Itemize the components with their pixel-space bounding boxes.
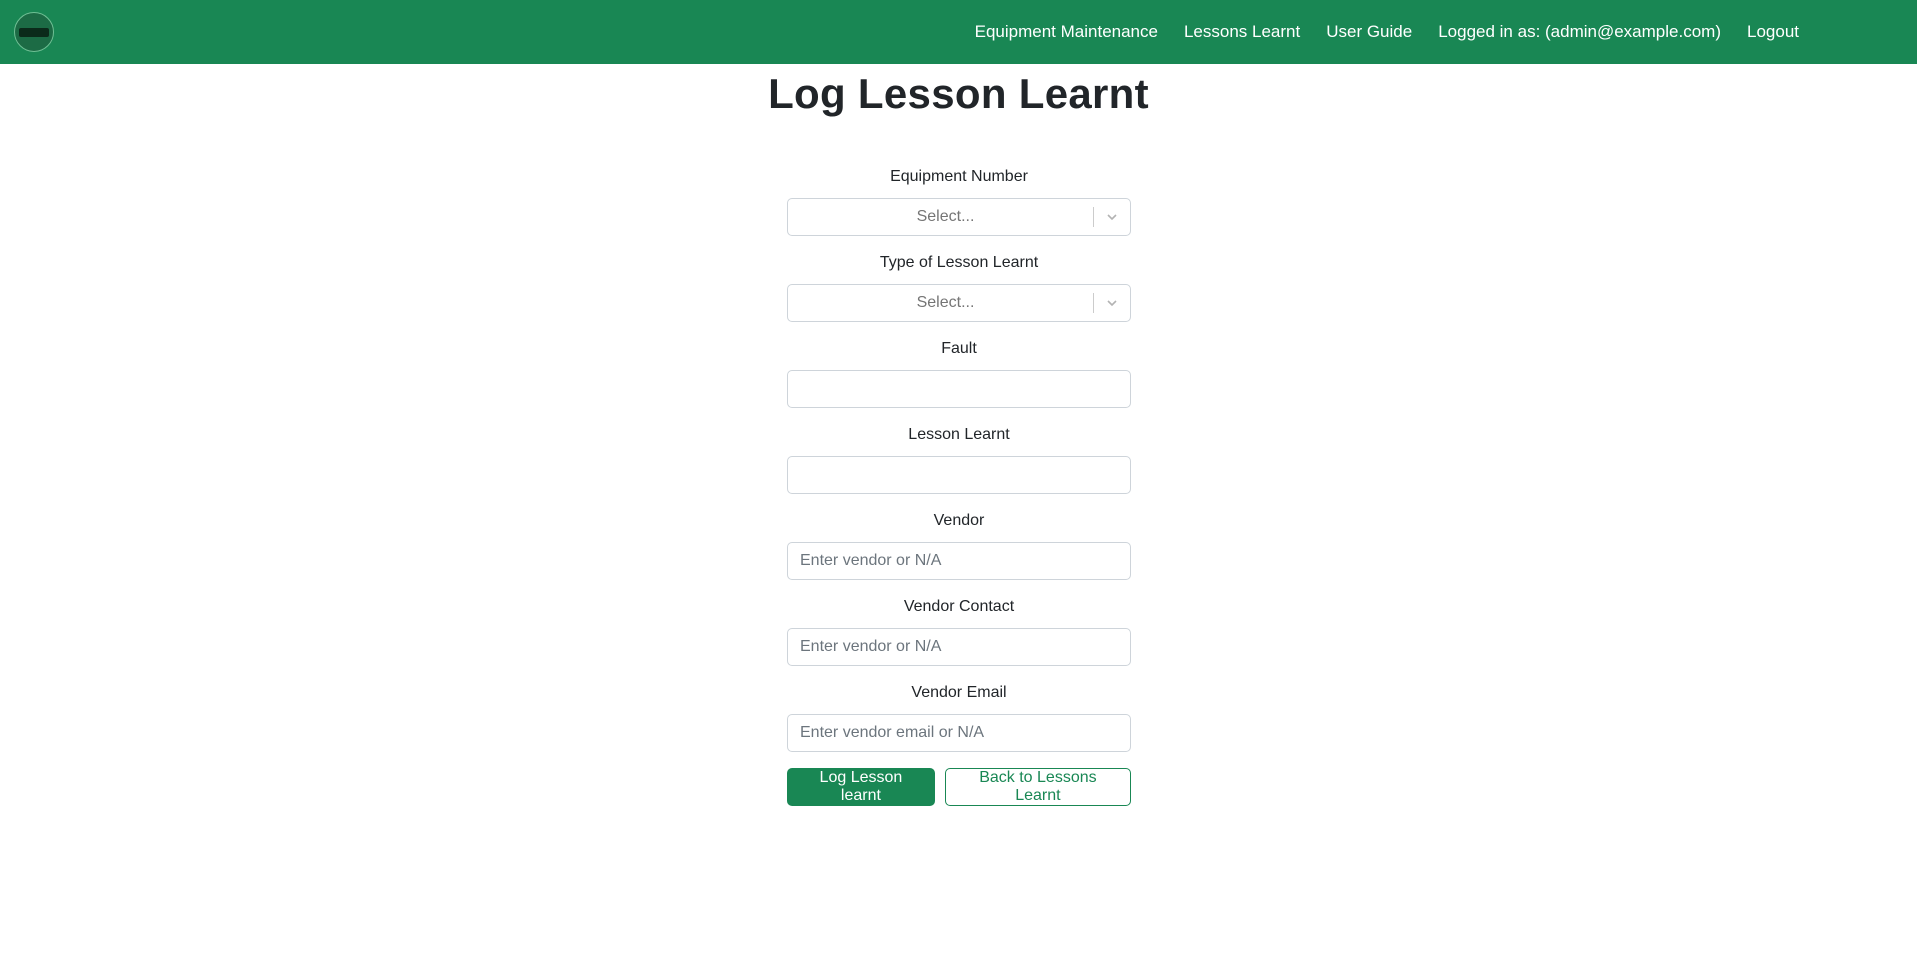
equipment-number-select[interactable]: Select... (787, 198, 1131, 236)
form-actions: Log Lesson learnt Back to Lessons Learnt (787, 768, 1131, 808)
lesson-learnt-label: Lesson Learnt (908, 426, 1010, 443)
vendor-contact-label: Vendor Contact (903, 598, 1015, 615)
nav-logout[interactable]: Logout (1734, 22, 1812, 42)
nav-equipment-maintenance[interactable]: Equipment Maintenance (962, 22, 1171, 42)
vendor-contact-field: Vendor Contact (787, 596, 1131, 682)
equipment-number-value: Select... (916, 208, 975, 225)
equipment-number-label: Equipment Number (890, 168, 1028, 185)
nav-user-guide[interactable]: User Guide (1313, 22, 1425, 42)
log-lesson-button[interactable]: Log Lesson learnt (787, 768, 935, 806)
vendor-email-label: Vendor Email (911, 684, 1007, 701)
vendor-email-input[interactable] (787, 714, 1131, 752)
chevron-down-icon[interactable] (1094, 284, 1130, 322)
vendor-input[interactable] (787, 542, 1131, 580)
lesson-type-field: Type of Lesson Learnt Select... (787, 252, 1131, 338)
page-title: Log Lesson Learnt (768, 70, 1149, 117)
nav-links: Equipment Maintenance Lessons Learnt Use… (962, 0, 1812, 64)
vendor-contact-input[interactable] (787, 628, 1131, 666)
fault-label: Fault (941, 340, 977, 357)
logo-icon[interactable] (14, 12, 54, 52)
vendor-email-field: Vendor Email (787, 682, 1131, 768)
lesson-type-select[interactable]: Select... (787, 284, 1131, 322)
lesson-learnt-input[interactable] (787, 456, 1131, 494)
fault-field: Fault (787, 338, 1131, 424)
logged-in-user: Logged in as: (admin@example.com) (1438, 22, 1721, 41)
lesson-type-label: Type of Lesson Learnt (879, 254, 1039, 271)
fault-input[interactable] (787, 370, 1131, 408)
back-to-lessons-button[interactable]: Back to Lessons Learnt (944, 768, 1131, 806)
top-navbar: Equipment Maintenance Lessons Learnt Use… (0, 0, 1917, 64)
lesson-type-value: Select... (916, 294, 975, 311)
nav-lessons-learnt[interactable]: Lessons Learnt (1171, 22, 1313, 42)
equipment-number-field: Equipment Number Select... (787, 166, 1131, 252)
log-lesson-form: Equipment Number Select... Type of Lesso… (787, 166, 1131, 808)
lesson-learnt-field: Lesson Learnt (787, 424, 1131, 510)
vendor-field: Vendor (787, 510, 1131, 596)
vendor-label: Vendor (933, 512, 985, 529)
chevron-down-icon[interactable] (1094, 198, 1130, 236)
